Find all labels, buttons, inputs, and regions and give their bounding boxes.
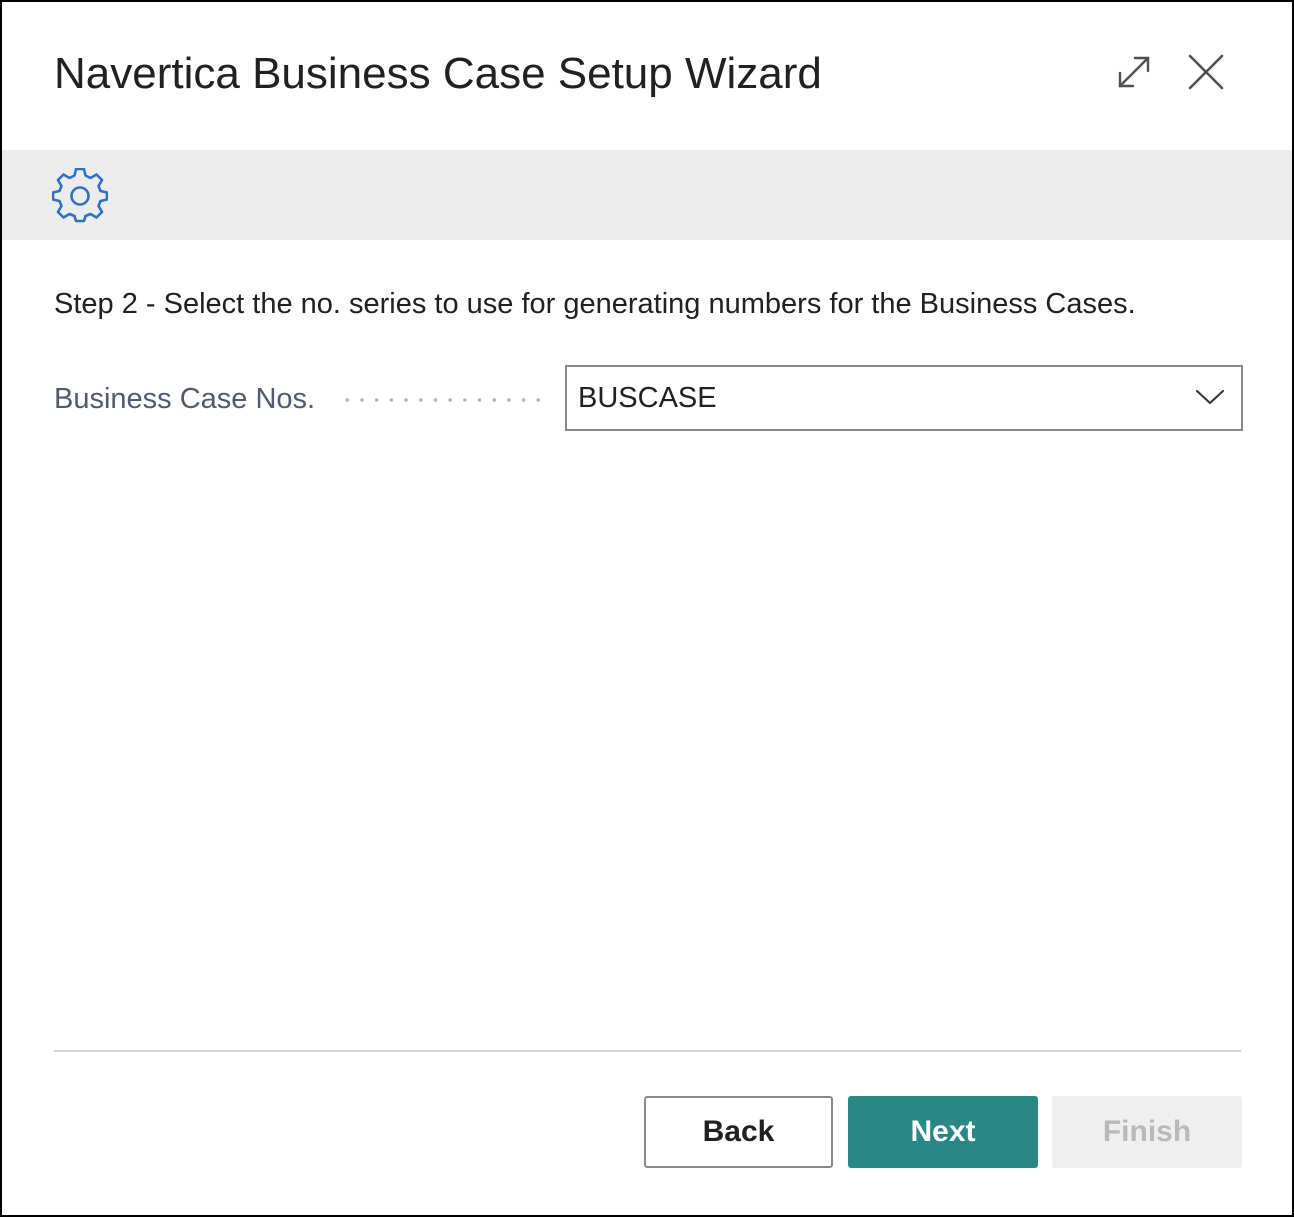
next-button[interactable]: Next xyxy=(848,1096,1038,1168)
back-button[interactable]: Back xyxy=(644,1096,833,1168)
close-button[interactable] xyxy=(1184,50,1228,94)
gear-icon xyxy=(52,168,108,223)
chevron-down-icon xyxy=(1195,389,1225,405)
step-instructions: Step 2 - Select the no. series to use fo… xyxy=(54,288,1136,320)
expand-button[interactable] xyxy=(1112,50,1156,94)
business-case-nos-label: Business Case Nos. xyxy=(54,383,316,415)
setup-wizard-dialog: Navertica Business Case Setup Wizard Ste… xyxy=(0,0,1294,1217)
dialog-title: Navertica Business Case Setup Wizard xyxy=(54,49,822,98)
business-case-nos-value: BUSCASE xyxy=(578,382,717,414)
footer-divider xyxy=(54,1050,1241,1052)
label-leader-dots xyxy=(340,398,546,402)
finish-button[interactable]: Finish xyxy=(1052,1096,1242,1168)
close-icon xyxy=(1188,54,1224,90)
expand-icon xyxy=(1118,56,1150,88)
wizard-banner xyxy=(2,150,1292,240)
business-case-nos-select[interactable]: BUSCASE xyxy=(565,365,1243,431)
